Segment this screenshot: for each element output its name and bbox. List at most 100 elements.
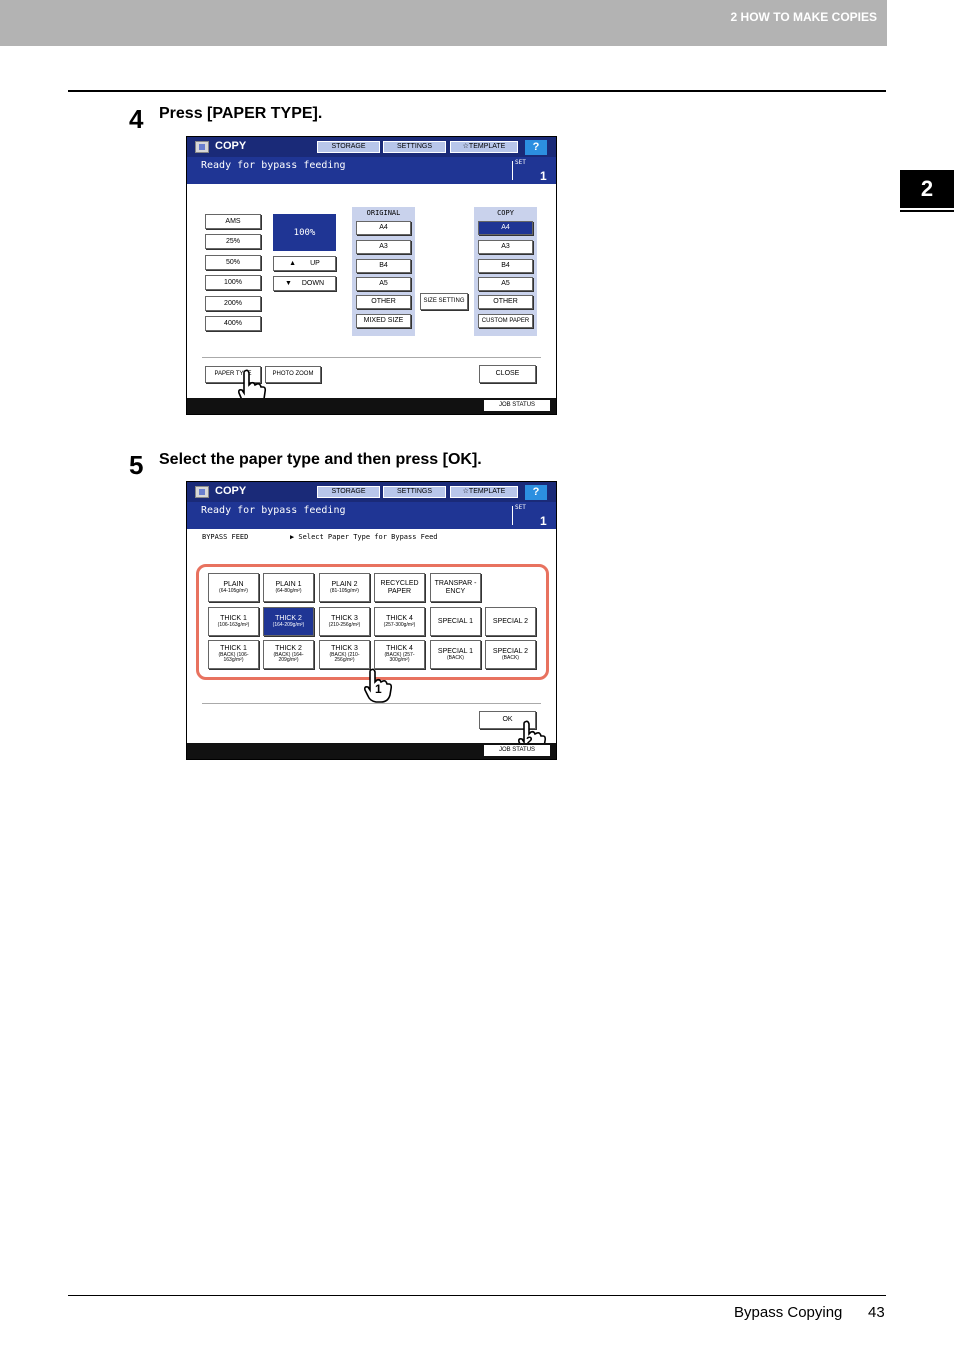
- paper-transparency-button[interactable]: TRANSPAR -ENCY: [430, 573, 481, 602]
- original-b4-button[interactable]: B4: [356, 259, 411, 273]
- original-title: ORIGINAL: [366, 209, 401, 217]
- paper-thick-3-back-button[interactable]: THICK 3 (BACK) (210-256g/m²): [319, 640, 370, 669]
- zoom-50-button[interactable]: 50%: [205, 255, 261, 270]
- triangle-up-icon: ▲: [289, 259, 297, 267]
- button-sublabel: (64-80g/m²): [275, 587, 302, 594]
- triangle-down-icon: ▼: [284, 279, 292, 287]
- original-other-button[interactable]: OTHER: [356, 295, 411, 309]
- paper-plain-2-button[interactable]: PLAIN 2 (81-105g/m²): [319, 573, 370, 602]
- zoom-up-label: UP: [310, 259, 320, 267]
- zoom-up-button[interactable]: ▲ UP: [273, 256, 336, 271]
- template-label: TEMPLATE: [468, 488, 506, 495]
- paper-special-1-button[interactable]: SPECIAL 1: [430, 607, 481, 636]
- copy-b4-button[interactable]: B4: [478, 259, 533, 273]
- zoom-ams-button[interactable]: AMS: [205, 214, 261, 229]
- original-a5-button[interactable]: A5: [356, 277, 411, 291]
- zoom-200-button[interactable]: 200%: [205, 296, 261, 311]
- top-rule: [68, 90, 886, 92]
- help-button[interactable]: ?: [525, 140, 547, 155]
- paper-recycled-button[interactable]: RECYCLED PAPER: [374, 573, 425, 602]
- divider-line: [202, 703, 541, 704]
- status-message: Ready for bypass feeding: [201, 505, 346, 516]
- size-setting-button[interactable]: SIZE SETTING: [420, 293, 468, 310]
- status-bar: Ready for bypass feeding SET 1: [187, 157, 556, 184]
- job-status-button[interactable]: JOB STATUS: [484, 745, 550, 756]
- paper-thick-1-button[interactable]: THICK 1 (106-163g/m²): [208, 607, 259, 636]
- step-5-text: Select the paper type and then press [OK…: [159, 451, 482, 468]
- storage-button[interactable]: STORAGE: [317, 141, 380, 153]
- chapter-tab: 2: [900, 170, 954, 208]
- paper-special-1-back-button[interactable]: SPECIAL 1 (BACK): [430, 640, 481, 669]
- paper-thick-3-button[interactable]: THICK 3 (210-256g/m²): [319, 607, 370, 636]
- storage-button[interactable]: STORAGE: [317, 486, 380, 498]
- zoom-value-display: 100%: [273, 214, 336, 251]
- copy-panel: COPY A4 A3 B4 A5 OTHER CUSTOM PAPER: [474, 207, 537, 336]
- help-button[interactable]: ?: [525, 485, 547, 500]
- paper-special-2-back-button[interactable]: SPECIAL 2 (BACK): [485, 640, 536, 669]
- copy-other-button[interactable]: OTHER: [478, 295, 533, 309]
- button-sublabel: (BACK): [502, 654, 519, 661]
- screen-copy-main: COPY STORAGE SETTINGS ☆TEMPLATE ? Ready …: [186, 136, 557, 415]
- paper-plain-button[interactable]: PLAIN (64-105g/m²): [208, 573, 259, 602]
- original-a4-button[interactable]: A4: [356, 221, 411, 235]
- original-a3-button[interactable]: A3: [356, 240, 411, 254]
- status-message: Ready for bypass feeding: [201, 160, 346, 171]
- copy-icon: [195, 486, 209, 498]
- zoom-down-button[interactable]: ▼ DOWN: [273, 276, 336, 291]
- bypass-feed-label: BYPASS FEED: [202, 533, 249, 541]
- bottom-bar: JOB STATUS: [187, 398, 556, 414]
- copy-title: COPY: [215, 485, 247, 497]
- paper-thick-2-back-button[interactable]: THICK 2 (BACK) (164-209g/m²): [263, 640, 314, 669]
- paper-thick-4-button[interactable]: THICK 4 (257-300g/m²): [374, 607, 425, 636]
- original-panel: ORIGINAL A4 A3 B4 A5 OTHER MIXED SIZE: [352, 207, 415, 336]
- copy-a4-button[interactable]: A4: [478, 221, 533, 235]
- copy-a3-button[interactable]: A3: [478, 240, 533, 254]
- custom-paper-button[interactable]: CUSTOM PAPER: [478, 314, 533, 328]
- template-button[interactable]: ☆TEMPLATE: [450, 141, 518, 153]
- button-sublabel: (BACK) (210-256g/m²): [329, 651, 360, 664]
- set-value: 1: [540, 169, 547, 183]
- page-number: 43: [868, 1304, 885, 1321]
- job-status-button[interactable]: JOB STATUS: [484, 400, 550, 411]
- zoom-25-button[interactable]: 25%: [205, 234, 261, 249]
- paper-thick-2-button[interactable]: THICK 2 (164-209g/m²): [263, 607, 314, 636]
- step-5-number: 5: [129, 450, 144, 480]
- set-value: 1: [540, 514, 547, 528]
- button-sublabel: (BACK) (257-300g/m²): [384, 651, 415, 664]
- button-sublabel: (106-163g/m²): [217, 621, 250, 628]
- original-mixed-size-button[interactable]: MIXED SIZE: [356, 314, 411, 328]
- photo-zoom-button[interactable]: PHOTO ZOOM: [265, 366, 321, 383]
- chapter-heading: 2 HOW TO MAKE COPIES: [730, 10, 877, 24]
- set-label: SET: [515, 159, 526, 166]
- divider-line: [202, 357, 541, 358]
- button-sublabel: (164-209g/m²): [272, 621, 305, 628]
- footer-section: Bypass Copying: [734, 1304, 843, 1321]
- bottom-rule: [68, 1295, 886, 1296]
- chapter-tab-underline: [900, 210, 954, 212]
- template-label: TEMPLATE: [468, 143, 506, 150]
- set-label: SET: [515, 504, 526, 511]
- close-button[interactable]: CLOSE: [479, 365, 536, 383]
- status-bar: Ready for bypass feeding SET 1: [187, 502, 556, 529]
- settings-button[interactable]: SETTINGS: [383, 141, 446, 153]
- zoom-down-label: DOWN: [301, 279, 325, 287]
- copy-title: COPY: [215, 140, 247, 152]
- instruction-text: ▶ Select Paper Type for Bypass Feed: [290, 533, 438, 541]
- template-button[interactable]: ☆TEMPLATE: [450, 486, 518, 498]
- button-sublabel: (64-105g/m²): [219, 587, 248, 594]
- paper-thick-1-back-button[interactable]: THICK 1 (BACK) (106-163g/m²): [208, 640, 259, 669]
- status-divider: [512, 161, 513, 180]
- button-sublabel: (BACK): [447, 654, 464, 661]
- callout-1: 1: [375, 682, 382, 696]
- button-sublabel: (BACK) (106-163g/m²): [218, 651, 249, 664]
- paper-special-2-button[interactable]: SPECIAL 2: [485, 607, 536, 636]
- step-4-number: 4: [129, 104, 144, 134]
- copy-size-title: COPY: [497, 209, 514, 217]
- paper-thick-4-back-button[interactable]: THICK 4 (BACK) (257-300g/m²): [374, 640, 425, 669]
- zoom-100-button[interactable]: 100%: [205, 275, 261, 290]
- copy-icon: [195, 141, 209, 153]
- paper-plain-1-button[interactable]: PLAIN 1 (64-80g/m²): [263, 573, 314, 602]
- copy-a5-button[interactable]: A5: [478, 277, 533, 291]
- settings-button[interactable]: SETTINGS: [383, 486, 446, 498]
- zoom-400-button[interactable]: 400%: [205, 316, 261, 331]
